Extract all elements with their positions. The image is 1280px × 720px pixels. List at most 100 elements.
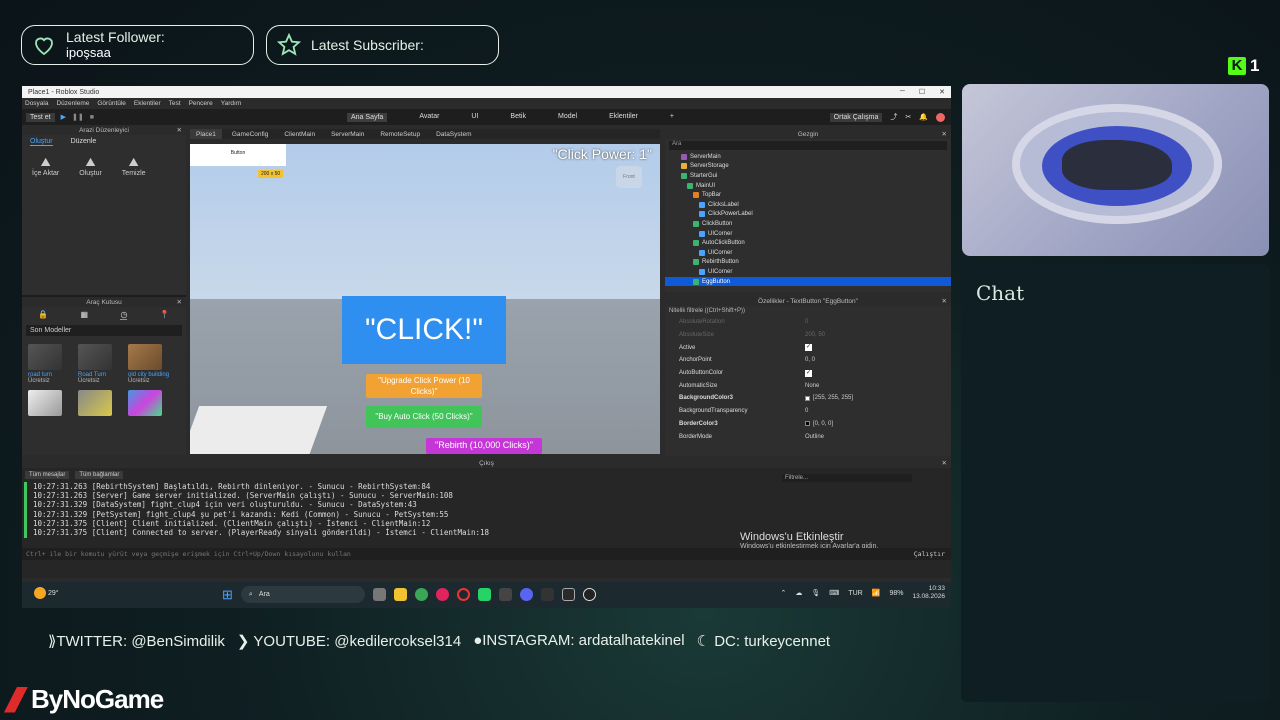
explorer-item[interactable]: MainUI xyxy=(665,181,951,191)
grid-icon[interactable]: ▦ xyxy=(81,310,89,320)
import-tool[interactable]: ⛰ İçe Aktar xyxy=(32,155,59,177)
chevron-up-icon[interactable]: ⌃ xyxy=(780,589,786,597)
explorer-item[interactable]: StarterGui xyxy=(665,171,951,181)
tools-icon[interactable]: ✂ xyxy=(905,113,911,121)
clear-tool[interactable]: ⛰ Temizle xyxy=(122,155,146,177)
doc-tab[interactable]: RemoteSetup xyxy=(374,129,426,139)
auto-click-gui-button[interactable]: "Buy Auto Click (50 Clicks)" xyxy=(366,406,482,428)
tab-ui[interactable]: UI xyxy=(471,113,478,122)
explorer-item[interactable]: ServerStorage xyxy=(665,162,951,172)
lock-icon[interactable]: 🔒 xyxy=(38,310,48,320)
property-row[interactable]: BorderColor3 [0, 0, 0] xyxy=(665,418,951,431)
property-row[interactable]: AnchorPoint 0, 0 xyxy=(665,354,951,367)
maximize-icon[interactable]: ☐ xyxy=(919,88,925,96)
doc-tab[interactable]: ServerMain xyxy=(325,129,370,139)
doc-tab[interactable]: DataSystem xyxy=(430,129,477,139)
explorer-search[interactable]: Ara xyxy=(669,141,947,150)
menu-file[interactable]: Dosyala xyxy=(25,100,48,107)
property-row[interactable]: AutomaticSize None xyxy=(665,379,951,392)
explorer-item[interactable]: UICorner xyxy=(665,229,951,239)
rebirth-gui-button[interactable]: "Rebirth (10,000 Clicks)" xyxy=(426,438,542,454)
collab-button[interactable]: Ortak Çalışma xyxy=(829,112,883,122)
file-explorer-icon[interactable] xyxy=(393,588,407,601)
toolbox-category-select[interactable]: Son Modeller xyxy=(26,325,182,336)
whatsapp-icon[interactable] xyxy=(477,588,491,601)
property-value[interactable]: 0 xyxy=(805,408,808,414)
menu-window[interactable]: Pencere xyxy=(189,100,213,107)
tab-home[interactable]: Ana Sayfa xyxy=(347,112,388,122)
property-value[interactable]: Outline xyxy=(805,434,824,440)
property-value[interactable]: 0, 0 xyxy=(805,357,815,363)
mic-icon[interactable]: 🎙 xyxy=(811,589,820,597)
property-row[interactable]: AbsoluteRotation 0 xyxy=(665,316,951,329)
doc-tab[interactable]: ClientMain xyxy=(278,129,321,139)
obs-icon[interactable] xyxy=(582,588,596,601)
close-icon[interactable]: ✕ xyxy=(942,297,947,305)
discord-icon[interactable] xyxy=(519,588,533,601)
color-swatch[interactable] xyxy=(805,421,810,427)
close-icon[interactable]: ✕ xyxy=(942,130,947,138)
app-icon[interactable] xyxy=(540,588,554,601)
play-icon[interactable]: ▶ xyxy=(61,113,66,121)
model-item[interactable] xyxy=(28,390,72,416)
doc-tab[interactable]: Place1 xyxy=(190,129,222,139)
property-value[interactable]: [255, 255, 255] xyxy=(805,395,853,401)
generate-tool[interactable]: ⛰ Oluştur xyxy=(79,155,102,177)
explorer-item[interactable]: EggButton xyxy=(665,276,951,287)
test-dropdown[interactable]: Test et xyxy=(26,112,55,122)
property-row[interactable]: BackgroundColor3 [255, 255, 255] xyxy=(665,392,951,405)
tab-plugins[interactable]: Eklentiler xyxy=(609,113,638,122)
menu-test[interactable]: Test xyxy=(169,100,181,107)
property-value[interactable]: 0 xyxy=(805,319,808,325)
close-icon[interactable]: ✕ xyxy=(177,298,182,306)
menu-help[interactable]: Yardım xyxy=(221,100,241,107)
output-filter-input[interactable]: Filtrele... xyxy=(782,474,912,482)
explorer-item[interactable]: ClickPowerLabel xyxy=(665,210,951,220)
property-value[interactable]: ✓ xyxy=(805,369,815,377)
battery-indicator[interactable]: 98% xyxy=(889,590,903,597)
property-row[interactable]: AbsoluteSize 200, 50 xyxy=(665,329,951,342)
checkbox[interactable]: ✓ xyxy=(805,344,812,352)
close-icon[interactable]: ✕ xyxy=(939,88,945,96)
explorer-item[interactable]: AutoClickButton xyxy=(665,238,951,248)
message-filter-dropdown[interactable]: Tüm mesajlar xyxy=(25,471,70,479)
property-value[interactable]: None xyxy=(805,383,819,389)
property-filter[interactable]: Nitelik filtrele ((Ctrl+Shift+P)) xyxy=(665,306,951,316)
property-row[interactable]: BackgroundTransparency 0 xyxy=(665,405,951,418)
share-icon[interactable]: ⤴ xyxy=(890,112,897,122)
baseplate-part[interactable] xyxy=(190,406,328,454)
property-value[interactable]: [0, 0, 0] xyxy=(805,421,833,427)
tab-edit[interactable]: Düzenle xyxy=(71,138,97,146)
minimize-icon[interactable]: ─ xyxy=(900,88,905,96)
upgrade-gui-button[interactable]: "Upgrade Click Power (10 Clicks)" xyxy=(366,374,482,398)
property-row[interactable]: BorderMode Outline xyxy=(665,430,951,443)
explorer-item[interactable]: TopBar xyxy=(665,190,951,200)
clock-icon[interactable]: ◷ xyxy=(120,310,128,320)
roblox-studio-icon[interactable] xyxy=(561,588,575,601)
explorer-item[interactable]: ClicksLabel xyxy=(665,200,951,210)
media-player-icon[interactable] xyxy=(435,588,449,601)
avatar[interactable] xyxy=(936,112,945,122)
model-item[interactable]: old city building Ücretsiz xyxy=(128,344,172,384)
bell-icon[interactable]: 🔔 xyxy=(919,113,928,121)
click-gui-button[interactable]: "CLICK!" xyxy=(342,296,506,364)
menu-edit[interactable]: Düzenleme xyxy=(56,100,89,107)
explorer-item[interactable]: ServerMain xyxy=(665,152,951,162)
tab-add[interactable]: + xyxy=(670,113,674,122)
opera-icon[interactable] xyxy=(456,588,470,601)
property-value[interactable]: 200, 50 xyxy=(805,332,825,338)
close-icon[interactable]: ✕ xyxy=(177,126,182,134)
tab-create[interactable]: Oluştur xyxy=(30,138,53,146)
close-icon[interactable]: ✕ xyxy=(942,459,947,467)
explorer-item[interactable]: RebirthButton xyxy=(665,258,951,268)
property-value[interactable]: ✓ xyxy=(805,344,815,352)
taskbar-search[interactable]: ⌕ Ara xyxy=(240,586,365,603)
property-row[interactable]: Active ✓ xyxy=(665,341,951,354)
view-cube[interactable]: Front xyxy=(616,166,642,188)
explorer-item[interactable]: ClickButton xyxy=(665,219,951,229)
keyboard-icon[interactable]: ⌨ xyxy=(829,589,839,597)
clock[interactable]: 10:33 13.08.2026 xyxy=(912,585,945,601)
3d-viewport[interactable]: Button 200 x 50 "Click Power: 1" Front "… xyxy=(190,144,660,454)
wifi-icon[interactable]: 📶 xyxy=(872,589,881,597)
model-item[interactable] xyxy=(128,390,172,416)
